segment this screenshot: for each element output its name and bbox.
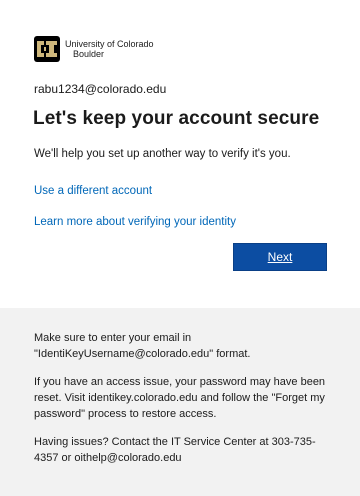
account-identity: rabu1234@colorado.edu bbox=[34, 82, 167, 96]
org-logo: University of Colorado Boulder bbox=[34, 36, 154, 62]
org-name-line1: University of Colorado bbox=[65, 39, 154, 49]
footer-access-issue-note: If you have an access issue, your passwo… bbox=[34, 376, 326, 420]
page-title: Let's keep your account secure bbox=[33, 108, 320, 129]
footer-email-format-note: Make sure to enter your email in "Identi… bbox=[34, 332, 251, 360]
org-name-line2: Boulder bbox=[73, 49, 105, 59]
cu-buffalo-logo-icon bbox=[34, 36, 60, 62]
use-different-account-link[interactable]: Use a different account bbox=[34, 185, 152, 197]
learn-more-link[interactable]: Learn more about verifying your identity bbox=[34, 216, 236, 228]
org-name: University of Colorado Boulder bbox=[65, 39, 154, 59]
next-button[interactable]: Next bbox=[233, 243, 327, 271]
help-footer: Make sure to enter your email in "Identi… bbox=[0, 308, 360, 496]
page-description: We'll help you set up another way to ver… bbox=[34, 148, 291, 160]
sign-in-card: University of Colorado Boulder rabu1234@… bbox=[0, 0, 360, 280]
footer-contact-note: Having issues? Contact the IT Service Ce… bbox=[34, 436, 316, 464]
